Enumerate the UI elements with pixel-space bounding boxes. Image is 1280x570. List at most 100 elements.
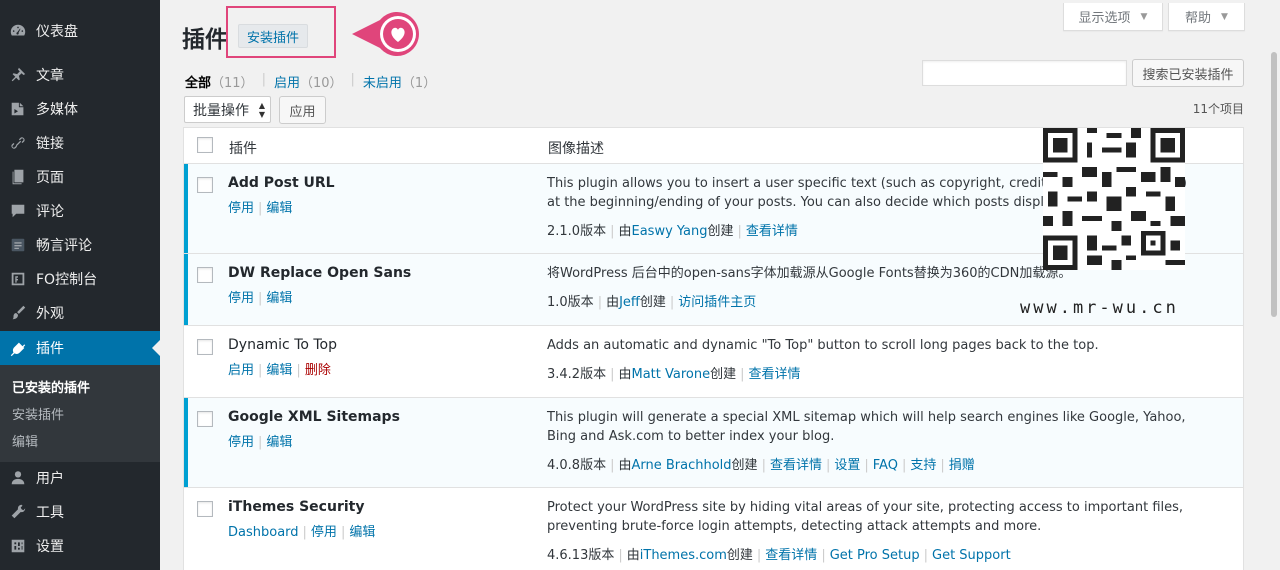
plugin-name: Add Post URL [228, 175, 335, 191]
sidebar-item-settings[interactable]: 设置 [0, 529, 160, 563]
row-actions: 启用 | 编辑 | 删除 [228, 363, 331, 378]
search-installed-plugins-button[interactable]: 搜索已安装插件 [1132, 59, 1244, 87]
plugin-icon [0, 339, 36, 357]
fo-console-icon [0, 270, 36, 288]
plugin-meta: 1.0版本 | 由Jeff创建 | 访问插件主页 [547, 295, 757, 310]
page-icon [0, 168, 36, 186]
caret-down-icon: ▼ [1221, 11, 1228, 22]
sidebar-item-links[interactable]: 链接 [0, 126, 160, 160]
submenu-installed-plugins[interactable]: 已安装的插件 [12, 377, 90, 396]
brush-icon [0, 304, 36, 322]
page-scrollbar[interactable] [1268, 0, 1280, 570]
page-title: 插件 [182, 27, 228, 53]
settings-link[interactable]: 设置 [834, 458, 860, 473]
pin-icon [0, 66, 36, 84]
column-header-plugin: 插件 [229, 141, 257, 157]
filter-active[interactable]: 启用（10） [274, 72, 343, 91]
sidebar-item-posts[interactable]: 文章 [0, 58, 160, 92]
sidebar-item-media[interactable]: 多媒体 [0, 92, 160, 126]
add-plugin-button[interactable]: 安装插件 [238, 24, 309, 48]
plugin-description: Adds an automatic and dynamic "To Top" b… [547, 338, 1099, 353]
user-icon [0, 469, 36, 487]
deactivate-link[interactable]: 停用 [311, 525, 337, 540]
plugin-homepage-link[interactable]: 访问插件主页 [678, 295, 756, 310]
deactivate-link[interactable]: 停用 [228, 291, 254, 306]
sidebar-item-label: 工具 [36, 505, 64, 521]
changyan-icon [0, 236, 36, 254]
help-label: 帮助 [1185, 11, 1212, 26]
bulk-actions-value: 批量操作 [193, 102, 249, 119]
active-menu-arrow [152, 340, 160, 356]
table-row: iThemes Security Dashboard | 停用 | 编辑 Protect… [184, 488, 1243, 570]
heart-pin-icon [352, 12, 419, 57]
author-link[interactable]: iThemes.com [640, 548, 727, 563]
author-link[interactable]: Easwy Yang [631, 224, 707, 239]
sidebar-item-label: 设置 [36, 539, 64, 555]
edit-link[interactable]: 编辑 [266, 435, 292, 450]
sidebar-item-comments[interactable]: 评论 [0, 194, 160, 228]
select-all-checkbox[interactable] [197, 137, 213, 153]
submenu-editor[interactable]: 编辑 [12, 431, 38, 450]
scrollbar-thumb[interactable] [1271, 52, 1277, 317]
edit-link[interactable]: 编辑 [266, 363, 292, 378]
link-icon [0, 134, 36, 152]
donate-link[interactable]: 捐赠 [949, 458, 975, 473]
sidebar-item-changyan[interactable]: 畅言评论 [0, 228, 160, 262]
view-details-link[interactable]: 查看详情 [770, 458, 822, 473]
sidebar-item-pages[interactable]: 页面 [0, 160, 160, 194]
row-actions: 停用 | 编辑 [228, 291, 293, 306]
delete-link[interactable]: 删除 [305, 363, 331, 378]
bulk-actions-select[interactable]: 批量操作 ▲ ▼ [184, 96, 271, 123]
row-checkbox[interactable] [197, 411, 213, 427]
edit-link[interactable]: 编辑 [266, 291, 292, 306]
row-actions: 停用 | 编辑 [228, 435, 293, 450]
apply-button[interactable]: 应用 [279, 96, 326, 124]
activate-link[interactable]: 启用 [228, 363, 254, 378]
view-details-link[interactable]: 查看详情 [765, 548, 817, 563]
author-link[interactable]: Arne Brachhold [631, 458, 731, 473]
row-checkbox[interactable] [197, 339, 213, 355]
dashboard-link[interactable]: Dashboard [228, 525, 299, 540]
table-row: Dynamic To Top 启用 | 编辑 | 删除 Adds an automati… [184, 326, 1243, 398]
edit-link[interactable]: 编辑 [349, 525, 375, 540]
view-details-link[interactable]: 查看详情 [746, 224, 798, 239]
support-link[interactable]: 支持 [910, 458, 936, 473]
sidebar-item-label: 插件 [36, 341, 64, 357]
plugin-name: DW Replace Open Sans [228, 265, 412, 281]
sidebar-item-dashboard[interactable]: 仪表盘 [0, 14, 160, 48]
sidebar-item-appearance[interactable]: 外观 [0, 296, 160, 330]
help-button[interactable]: 帮助 ▼ [1168, 3, 1245, 31]
watermark-url: www.mr-wu.cn [1020, 298, 1179, 318]
author-link[interactable]: Matt Varone [631, 367, 710, 382]
sidebar-item-users[interactable]: 用户 [0, 461, 160, 495]
sidebar-item-tools[interactable]: 工具 [0, 495, 160, 529]
edit-link[interactable]: 编辑 [266, 201, 292, 216]
author-link[interactable]: Jeff [619, 295, 640, 310]
media-icon [0, 100, 36, 118]
settings-icon [0, 537, 36, 555]
deactivate-link[interactable]: 停用 [228, 201, 254, 216]
filter-all-count: （11） [211, 76, 254, 91]
sidebar-item-plugins[interactable]: 插件 [0, 331, 160, 365]
plugin-meta: 3.4.2版本 | 由Matt Varone创建 | 查看详情 [547, 367, 801, 382]
faq-link[interactable]: FAQ [873, 458, 898, 473]
plugin-description: This plugin will generate a special XML … [547, 410, 1186, 444]
screen-options-button[interactable]: 显示选项 ▼ [1063, 3, 1163, 31]
get-support-link[interactable]: Get Support [932, 548, 1011, 563]
submenu-add-plugins[interactable]: 安装插件 [12, 404, 64, 423]
plugin-meta: 4.0.8版本 | 由Arne Brachhold创建 | 查看详情 | 设置 | FAQ | 支持… [547, 458, 975, 473]
row-checkbox[interactable] [197, 501, 213, 517]
get-pro-setup-link[interactable]: Get Pro Setup [830, 548, 920, 563]
view-details-link[interactable]: 查看详情 [749, 367, 801, 382]
filter-separator: | [350, 72, 355, 87]
filter-inactive[interactable]: 未启用（1） [363, 72, 436, 91]
plugin-search-input[interactable] [922, 60, 1127, 86]
sidebar-item-fo-console[interactable]: FO控制台 [0, 262, 160, 296]
filter-all[interactable]: 全部（11） [185, 72, 254, 91]
row-checkbox[interactable] [197, 177, 213, 193]
plugin-name: Google XML Sitemaps [228, 409, 400, 425]
row-checkbox[interactable] [197, 267, 213, 283]
sidebar-item-label: 链接 [36, 136, 64, 152]
screen-options-label: 显示选项 [1078, 11, 1131, 26]
deactivate-link[interactable]: 停用 [228, 435, 254, 450]
